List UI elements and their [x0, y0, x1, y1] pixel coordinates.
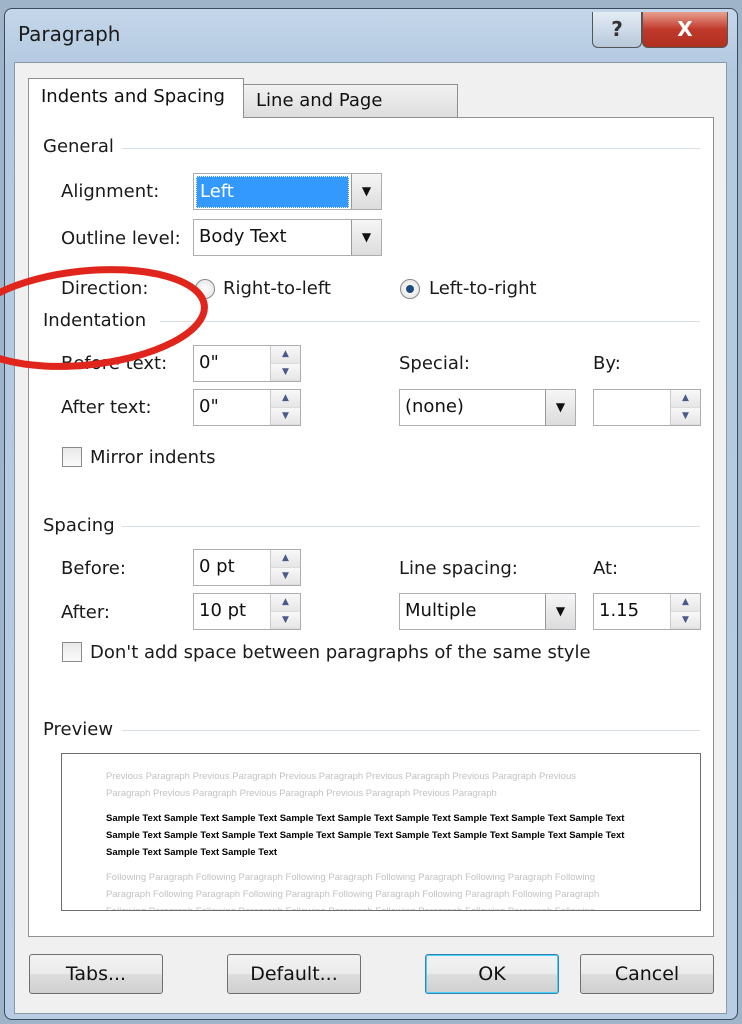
divider: [122, 526, 700, 527]
at-value: 1.15: [599, 600, 640, 621]
before-text-value: 0": [199, 352, 219, 373]
direction-label: Direction:: [61, 278, 149, 299]
divider: [160, 321, 700, 322]
spin-down-icon[interactable]: ▼: [671, 611, 700, 629]
spin-down-icon[interactable]: ▼: [271, 567, 300, 585]
rtl-radio[interactable]: [195, 279, 215, 299]
help-button[interactable]: ?: [592, 12, 642, 48]
spin-up-icon[interactable]: ▲: [671, 594, 700, 612]
preview-previous-paragraph: Previous Paragraph Previous Paragraph Pr…: [106, 771, 576, 799]
preview-box: Previous Paragraph Previous Paragraph Pr…: [61, 753, 701, 911]
cancel-button[interactable]: Cancel: [580, 954, 714, 994]
rtl-label[interactable]: Right-to-left: [223, 278, 331, 299]
spacing-before-label: Before:: [61, 558, 126, 579]
divider: [122, 730, 700, 731]
chevron-down-icon[interactable]: ▼: [351, 174, 381, 209]
ltr-label[interactable]: Left-to-right: [429, 278, 537, 299]
spacing-after-spinner[interactable]: 10 pt ▲ ▼: [193, 593, 301, 630]
set-as-default-button[interactable]: Default...: [227, 954, 361, 994]
after-text-value: 0": [199, 396, 219, 417]
tabs-button[interactable]: Tabs...: [29, 954, 163, 994]
spin-up-icon[interactable]: ▲: [271, 550, 300, 568]
outline-level-select[interactable]: Body Text ▼: [193, 219, 382, 256]
line-spacing-label: Line spacing:: [399, 558, 518, 579]
alignment-select[interactable]: Left ▼: [193, 173, 382, 210]
spin-up-icon[interactable]: ▲: [271, 390, 300, 408]
tab-indents-and-spacing[interactable]: Indents and Spacing: [28, 78, 244, 118]
by-spinner[interactable]: ▲ ▼: [593, 389, 701, 426]
preview-sample-text: Sample Text Sample Text Sample Text Samp…: [106, 813, 625, 858]
spin-up-icon[interactable]: ▲: [671, 390, 700, 408]
before-text-label: Before text:: [61, 353, 168, 374]
tab-line-and-page-breaks[interactable]: Line and Page Breaks: [243, 84, 458, 143]
indentation-heading: Indentation: [43, 310, 147, 331]
spacing-heading: Spacing: [43, 515, 115, 536]
mirror-indents-checkbox[interactable]: [62, 447, 82, 467]
chevron-down-icon[interactable]: ▼: [545, 390, 575, 425]
spin-up-icon[interactable]: ▲: [271, 346, 300, 364]
after-text-spinner[interactable]: 0" ▲ ▼: [193, 389, 301, 426]
alignment-label: Alignment:: [61, 181, 160, 202]
dont-add-space-checkbox[interactable]: [62, 642, 82, 662]
alignment-value: Left: [196, 176, 349, 208]
line-spacing-value: Multiple: [405, 600, 477, 621]
by-label: By:: [593, 353, 621, 374]
divider: [122, 148, 700, 149]
chevron-down-icon[interactable]: ▼: [351, 220, 381, 255]
spacing-after-label: After:: [61, 602, 110, 623]
mirror-indents-label[interactable]: Mirror indents: [90, 447, 216, 468]
before-text-spinner[interactable]: 0" ▲ ▼: [193, 345, 301, 382]
spin-down-icon[interactable]: ▼: [271, 611, 300, 629]
outline-level-label: Outline level:: [61, 228, 181, 249]
special-value: (none): [405, 396, 464, 417]
outline-level-value: Body Text: [199, 226, 287, 247]
spin-down-icon[interactable]: ▼: [671, 407, 700, 425]
at-spinner[interactable]: 1.15 ▲ ▼: [593, 593, 701, 630]
after-text-label: After text:: [61, 397, 152, 418]
spin-down-icon[interactable]: ▼: [271, 407, 300, 425]
special-label: Special:: [399, 353, 470, 374]
chevron-down-icon[interactable]: ▼: [545, 594, 575, 629]
close-button[interactable]: X: [642, 12, 728, 48]
preview-following-paragraph: Following Paragraph Following Paragraph …: [106, 872, 600, 910]
at-label: At:: [593, 558, 619, 579]
dont-add-space-label[interactable]: Don't add space between paragraphs of th…: [90, 642, 591, 663]
spin-down-icon[interactable]: ▼: [271, 363, 300, 381]
ok-button[interactable]: OK: [425, 954, 559, 994]
dialog-title: Paragraph: [18, 22, 121, 46]
spin-up-icon[interactable]: ▲: [271, 594, 300, 612]
spacing-before-spinner[interactable]: 0 pt ▲ ▼: [193, 549, 301, 586]
ltr-radio[interactable]: [400, 279, 420, 299]
general-heading: General: [43, 136, 114, 157]
preview-heading: Preview: [43, 719, 114, 740]
line-spacing-select[interactable]: Multiple ▼: [399, 593, 576, 630]
spacing-before-value: 0 pt: [199, 556, 235, 577]
special-select[interactable]: (none) ▼: [399, 389, 576, 426]
spacing-after-value: 10 pt: [199, 600, 247, 621]
